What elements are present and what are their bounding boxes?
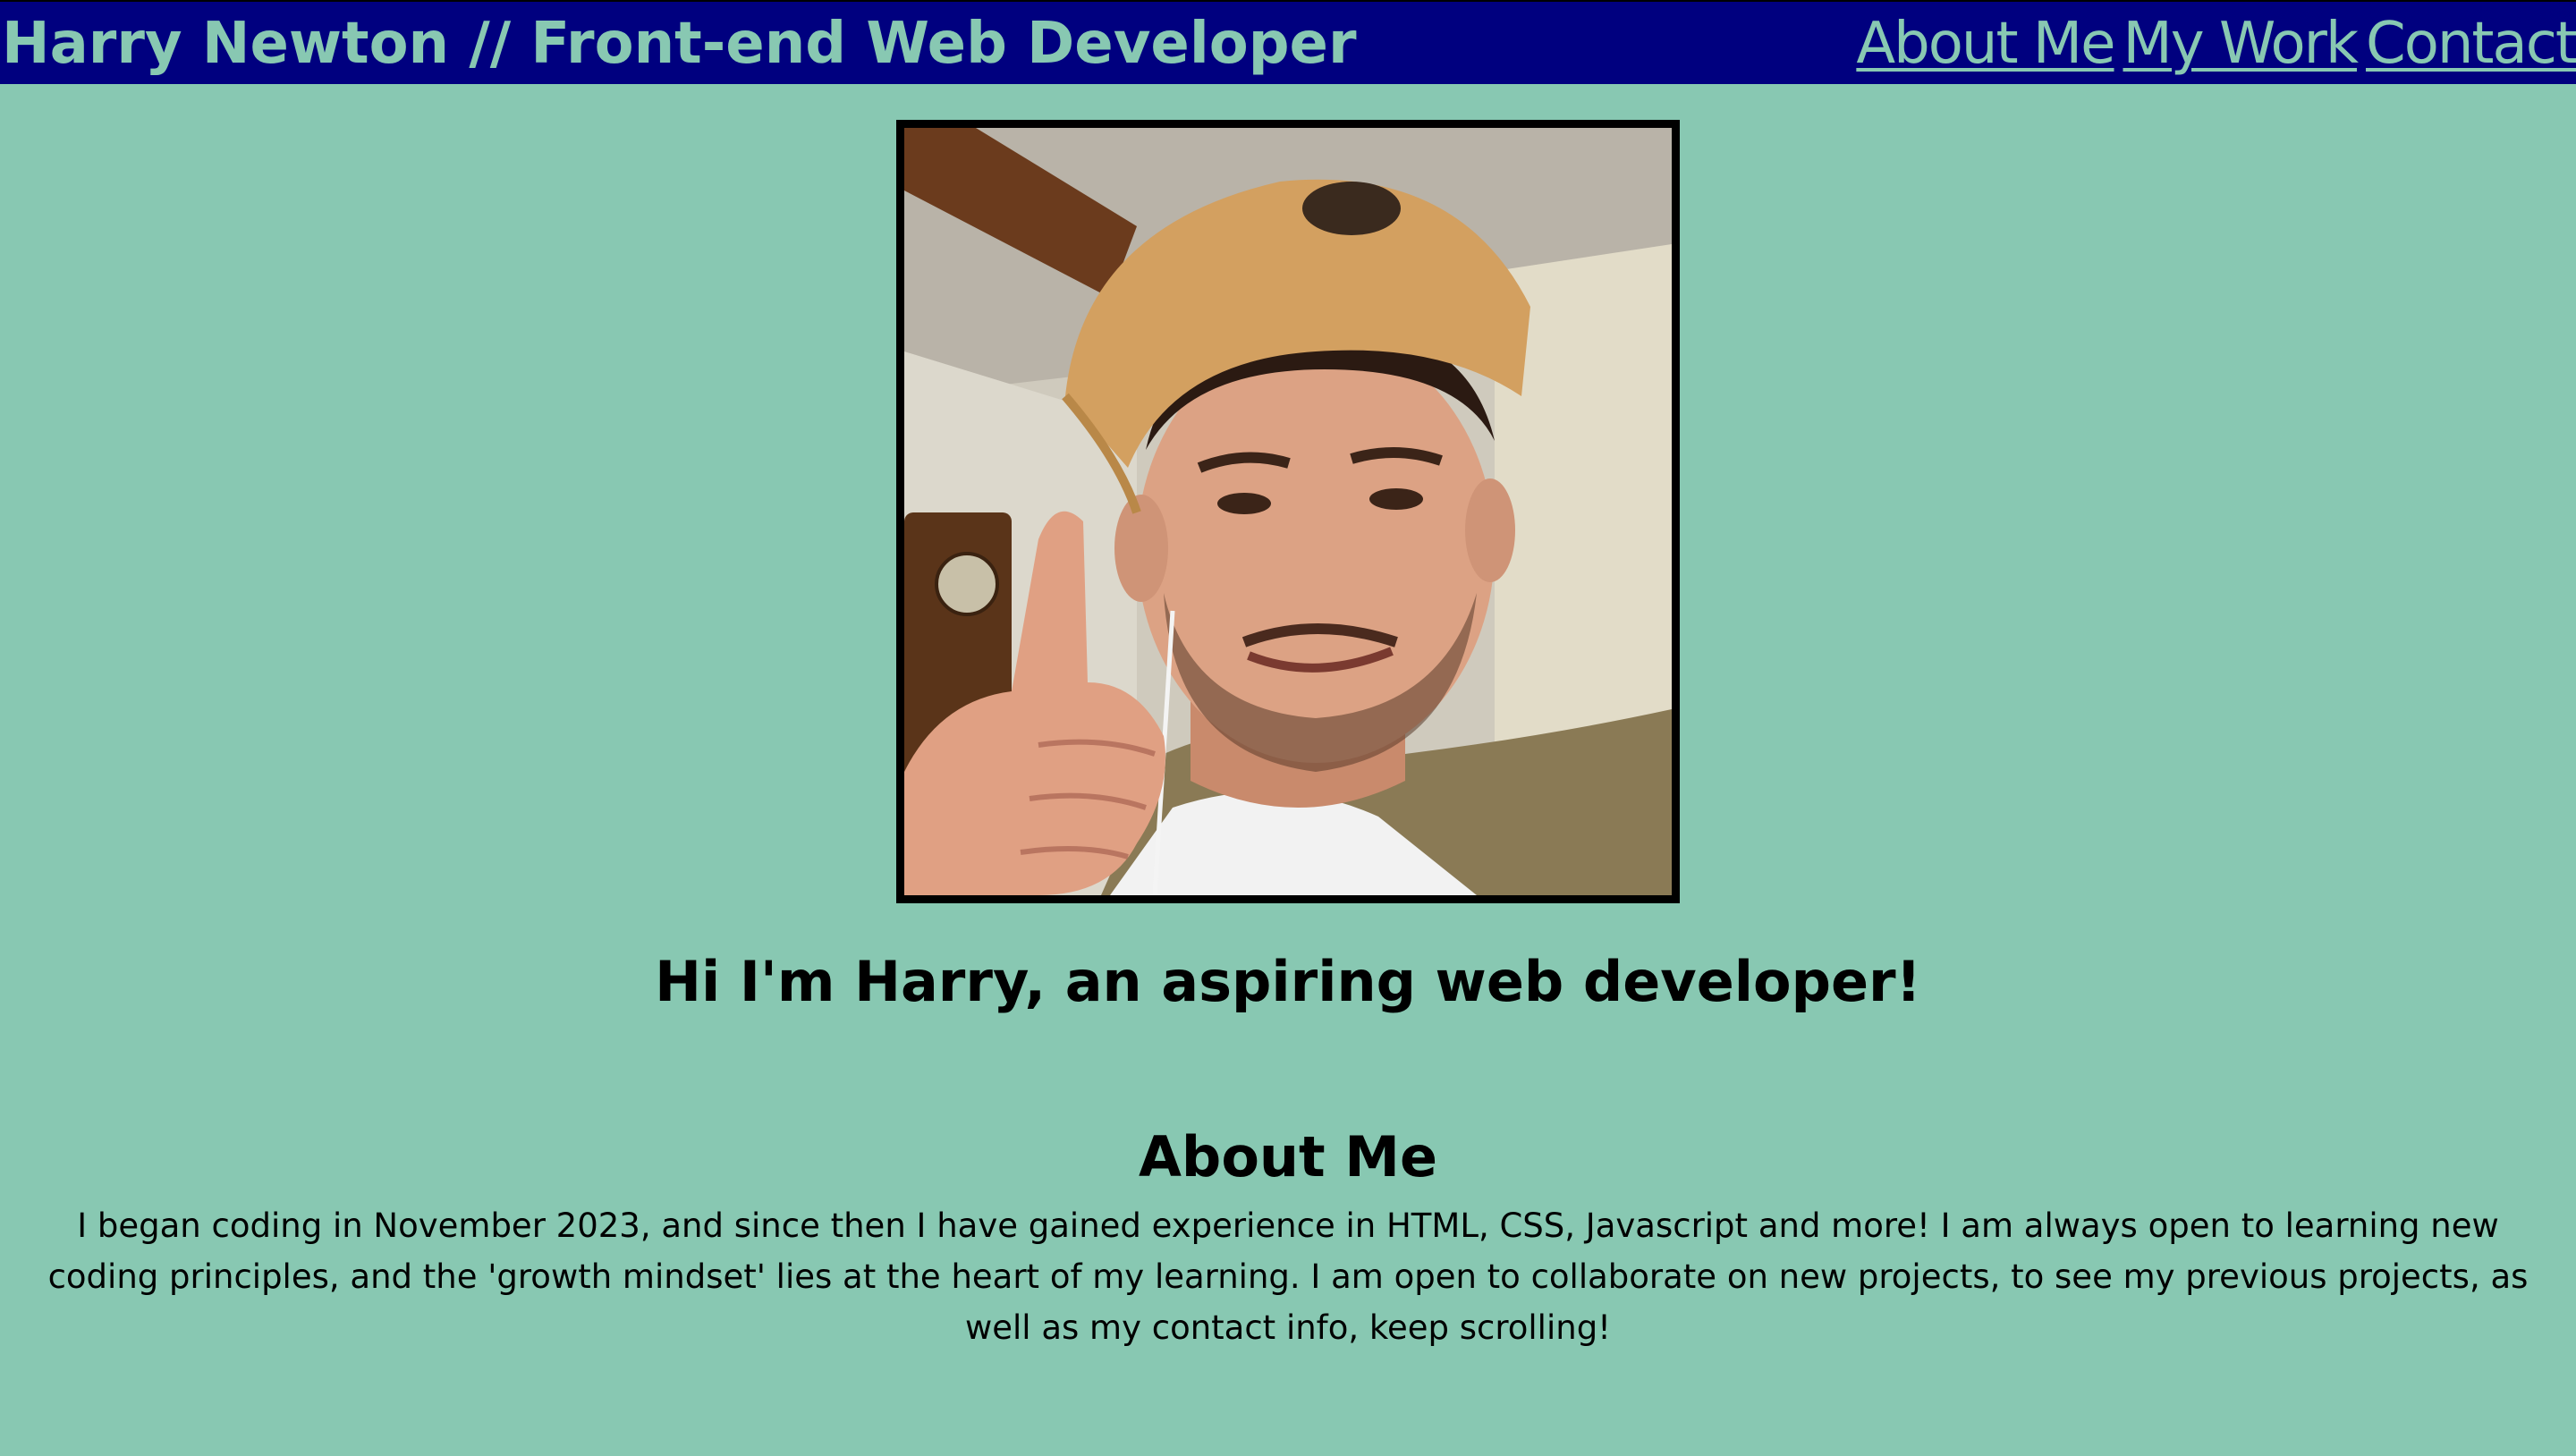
nav-link-contact[interactable]: Contact (2366, 7, 2576, 80)
nav-link-my-work[interactable]: My Work (2123, 7, 2359, 80)
nav-link-about-me[interactable]: About Me (1856, 7, 2115, 80)
profile-photo (896, 120, 1680, 903)
site-title: Harry Newton // Front-end Web Developer (2, 11, 1357, 77)
hero-heading: Hi I'm Harry, an aspiring web developer! (655, 949, 1921, 1014)
about-paragraph: I began coding in November 2023, and sin… (47, 1206, 2529, 1347)
site-header: Harry Newton // Front-end Web Developer … (0, 0, 2576, 84)
about-heading: About Me (1138, 1124, 1438, 1189)
profile-photo-illustration (904, 128, 1672, 895)
main-nav: About Me My Work Contact (1856, 7, 2576, 80)
